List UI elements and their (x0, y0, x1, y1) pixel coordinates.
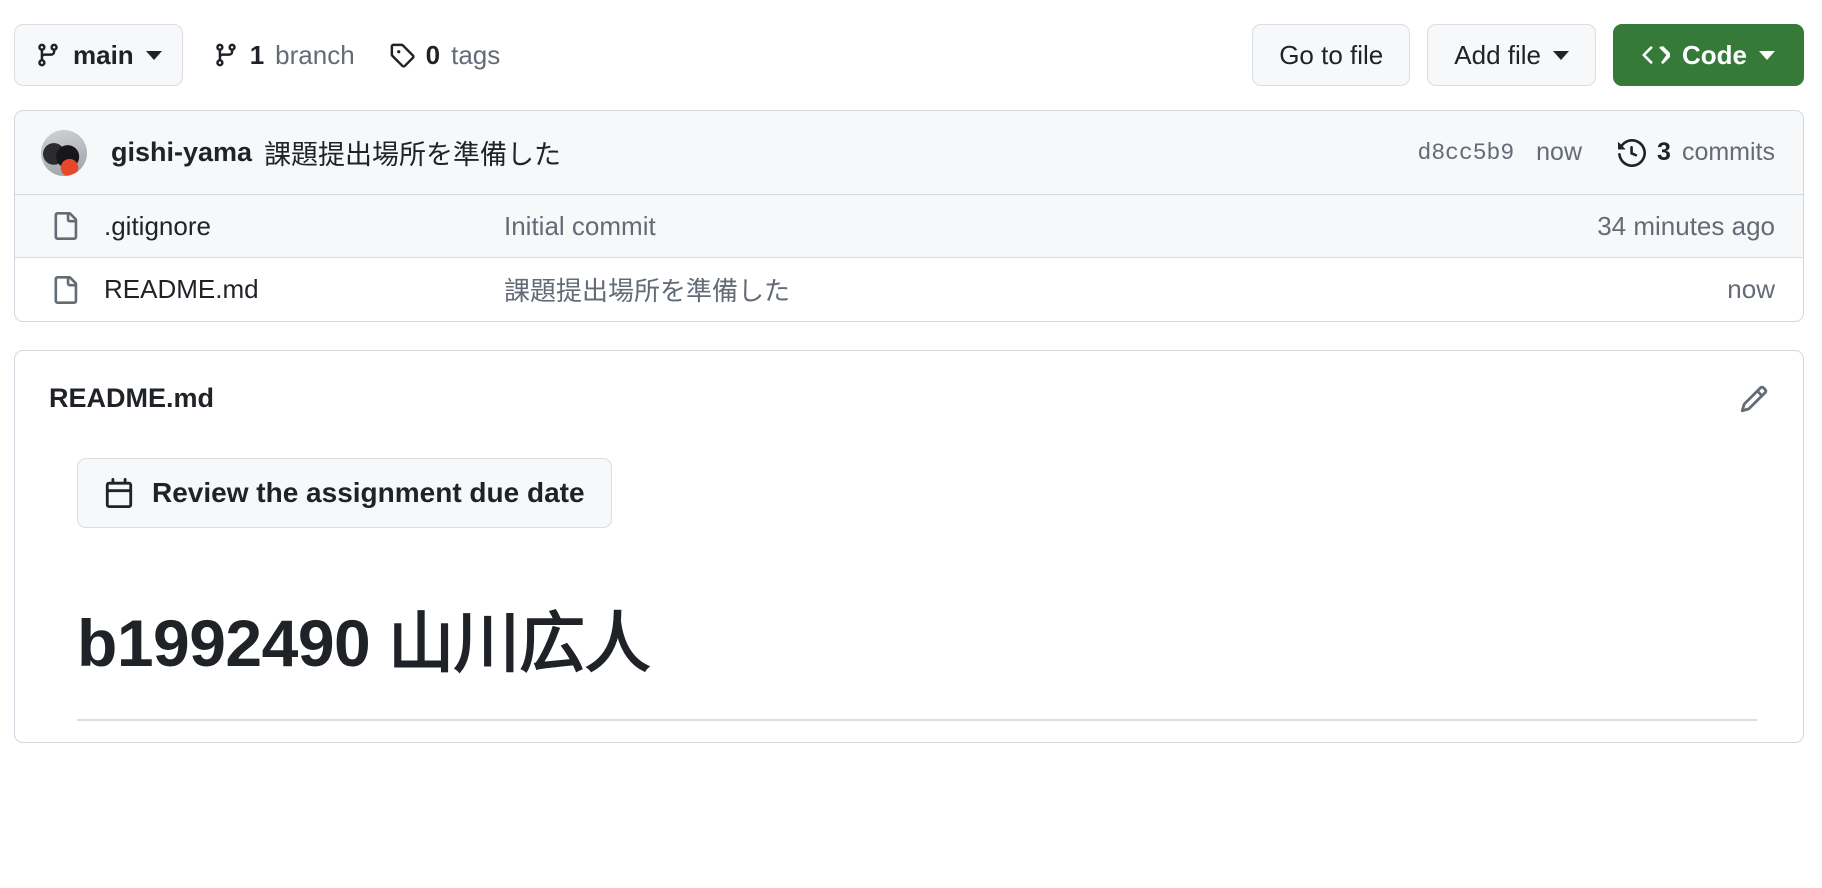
readme-content: Review the assignment due date b1992490 … (15, 414, 1803, 721)
go-to-file-label: Go to file (1279, 39, 1384, 70)
file-timestamp: now (1727, 274, 1775, 304)
add-file-label: Add file (1454, 39, 1541, 70)
branch-count-label: branch (275, 39, 355, 70)
code-brackets-icon (1642, 41, 1670, 69)
file-name[interactable]: README.md (104, 274, 504, 305)
table-row[interactable]: README.md 課題提出場所を準備した now (15, 258, 1803, 321)
pencil-icon (1739, 384, 1769, 414)
tag-count-number: 0 (425, 39, 441, 70)
code-button-label: Code (1682, 39, 1747, 70)
tag-count-label: tags (451, 39, 501, 70)
readme-title: README.md (49, 383, 215, 413)
history-clock-icon (1618, 138, 1647, 167)
avatar[interactable] (41, 129, 87, 176)
branch-count[interactable]: 1 branch (213, 40, 355, 71)
commit-timestamp: now (1536, 138, 1583, 166)
table-row[interactable]: .gitignore Initial commit 34 minutes ago (15, 195, 1803, 258)
branch-count-number: 1 (249, 39, 265, 70)
commit-sha[interactable]: d8cc5b9 (1418, 140, 1515, 166)
chevron-down-icon (145, 50, 162, 60)
tag-count[interactable]: 0 tags (389, 39, 501, 71)
repo-meta-group: 1 branch 0 tags (213, 39, 501, 71)
file-icon (51, 275, 81, 304)
review-due-date-label: Review the assignment due date (152, 477, 585, 508)
tag-icon (389, 42, 415, 68)
file-listing-panel: gishi-yama 課題提出場所を準備した d8cc5b9 now 3 com… (14, 110, 1804, 322)
file-name[interactable]: .gitignore (104, 211, 504, 242)
add-file-button[interactable]: Add file (1427, 24, 1596, 86)
branch-selector-button[interactable]: main (14, 24, 183, 86)
go-to-file-button[interactable]: Go to file (1252, 24, 1411, 86)
readme-divider (77, 719, 1757, 721)
repository-page: main 1 branch 0 tags Go to file Add file… (0, 0, 1822, 888)
commits-count-number: 3 (1657, 138, 1671, 166)
latest-commit-row: gishi-yama 課題提出場所を準備した d8cc5b9 now 3 com… (15, 111, 1803, 195)
file-commit-message[interactable]: Initial commit (504, 211, 1597, 242)
file-commit-message[interactable]: 課題提出場所を準備した (504, 271, 1727, 308)
git-branch-icon (213, 42, 239, 68)
chevron-down-icon (1553, 50, 1569, 60)
commits-count-label: commits (1681, 138, 1775, 166)
file-icon (51, 212, 81, 240)
review-due-date-button[interactable]: Review the assignment due date (77, 458, 612, 528)
chevron-down-icon (1759, 50, 1775, 60)
file-timestamp: 34 minutes ago (1597, 210, 1775, 241)
commit-history-link[interactable]: 3 commits (1618, 138, 1775, 167)
git-branch-icon (35, 42, 61, 68)
code-button[interactable]: Code (1613, 24, 1804, 86)
repo-toolbar: main 1 branch 0 tags Go to file Add file… (0, 0, 1822, 110)
readme-header: README.md (15, 351, 1803, 414)
calendar-icon (104, 478, 134, 508)
edit-readme-button[interactable] (1739, 384, 1769, 414)
readme-panel: README.md Review the assignment due date (14, 350, 1804, 743)
branch-name-label: main (73, 39, 134, 70)
commit-message[interactable]: 課題提出場所を準備した (264, 133, 561, 172)
commit-author[interactable]: gishi-yama (111, 137, 252, 168)
readme-heading: b1992490 山川広人 (77, 606, 651, 680)
commit-meta: d8cc5b9 now 3 commits (1418, 138, 1775, 167)
